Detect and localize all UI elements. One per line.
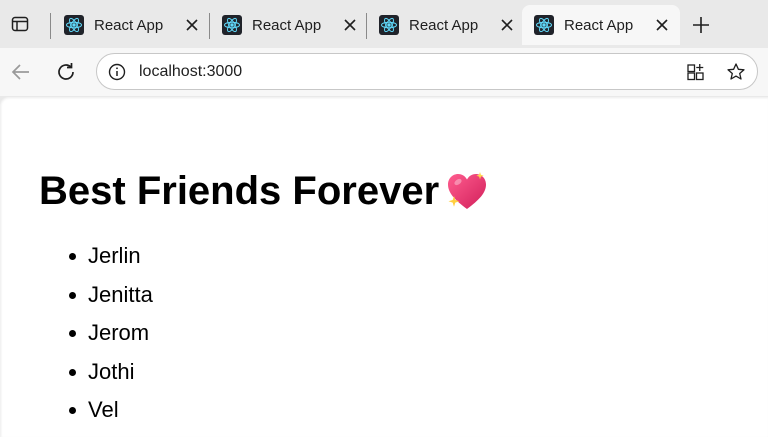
url-text[interactable]: localhost:3000 <box>139 63 242 81</box>
tab-title: React App <box>252 16 322 34</box>
close-icon <box>501 19 513 31</box>
tab-1[interactable]: React App <box>52 5 208 45</box>
tab-close-button[interactable] <box>340 15 360 35</box>
list-item: Jenitta <box>69 276 153 315</box>
star-icon <box>727 63 745 80</box>
close-icon <box>656 19 668 31</box>
back-button[interactable] <box>7 58 35 86</box>
browser-toolbar: localhost:3000 <box>0 48 768 96</box>
page-viewport: Best Friends Forever Jerlin Jenitta Jero… <box>0 97 768 437</box>
refresh-button[interactable] <box>52 58 80 86</box>
tab-close-button[interactable] <box>497 15 517 35</box>
tab-title: React App <box>409 16 479 34</box>
app-available-button[interactable] <box>685 61 707 83</box>
friend-name: Jerlin <box>88 243 141 268</box>
react-favicon-icon <box>64 15 84 35</box>
site-info-icon[interactable] <box>107 62 127 82</box>
page-title: Best Friends Forever <box>39 169 440 213</box>
close-icon <box>344 19 356 31</box>
react-favicon-icon <box>534 15 554 35</box>
tab-title: React App <box>564 16 634 34</box>
sparkling-heart-icon <box>448 172 487 209</box>
tab-close-button[interactable] <box>182 15 202 35</box>
bullet-icon <box>69 330 76 337</box>
friend-name: Jenitta <box>88 281 153 307</box>
tab-title: React App <box>94 16 164 34</box>
friend-name: Jerom <box>88 320 150 345</box>
tab-close-button[interactable] <box>652 15 672 35</box>
list-item: Jothi <box>69 353 153 392</box>
bullet-icon <box>69 368 76 376</box>
tab-2[interactable]: React App <box>210 5 366 45</box>
apps-add-icon <box>687 64 704 81</box>
friends-list: Jerlin Jenitta Jerom Jothi Vel <box>69 237 153 430</box>
plus-icon <box>693 17 709 33</box>
new-tab-button[interactable] <box>688 12 714 38</box>
close-icon <box>186 19 198 31</box>
bullet-icon <box>69 291 76 299</box>
list-item: Jerlin <box>69 237 153 276</box>
friend-name: Jothi <box>88 358 135 384</box>
address-bar[interactable]: localhost:3000 <box>96 53 758 90</box>
friend-name: Vel <box>88 397 119 422</box>
tab-3[interactable]: React App <box>367 5 523 45</box>
tab-strip: React App React App React App React App <box>0 0 768 48</box>
list-item: Vel <box>69 391 153 430</box>
bullet-icon <box>69 253 76 260</box>
back-arrow-icon <box>11 64 29 80</box>
heading-row: Best Friends Forever <box>39 169 489 213</box>
favorite-button[interactable] <box>725 61 747 83</box>
bullet-icon <box>69 407 76 414</box>
tab-4-active[interactable]: React App <box>522 5 680 45</box>
list-item: Jerom <box>69 314 153 353</box>
sidebar-panel-icon <box>11 16 29 32</box>
react-favicon-icon <box>379 15 399 35</box>
react-favicon-icon <box>222 15 242 35</box>
tab-actions-button[interactable] <box>8 12 32 36</box>
refresh-icon <box>58 63 74 80</box>
tab-separator <box>50 13 51 39</box>
